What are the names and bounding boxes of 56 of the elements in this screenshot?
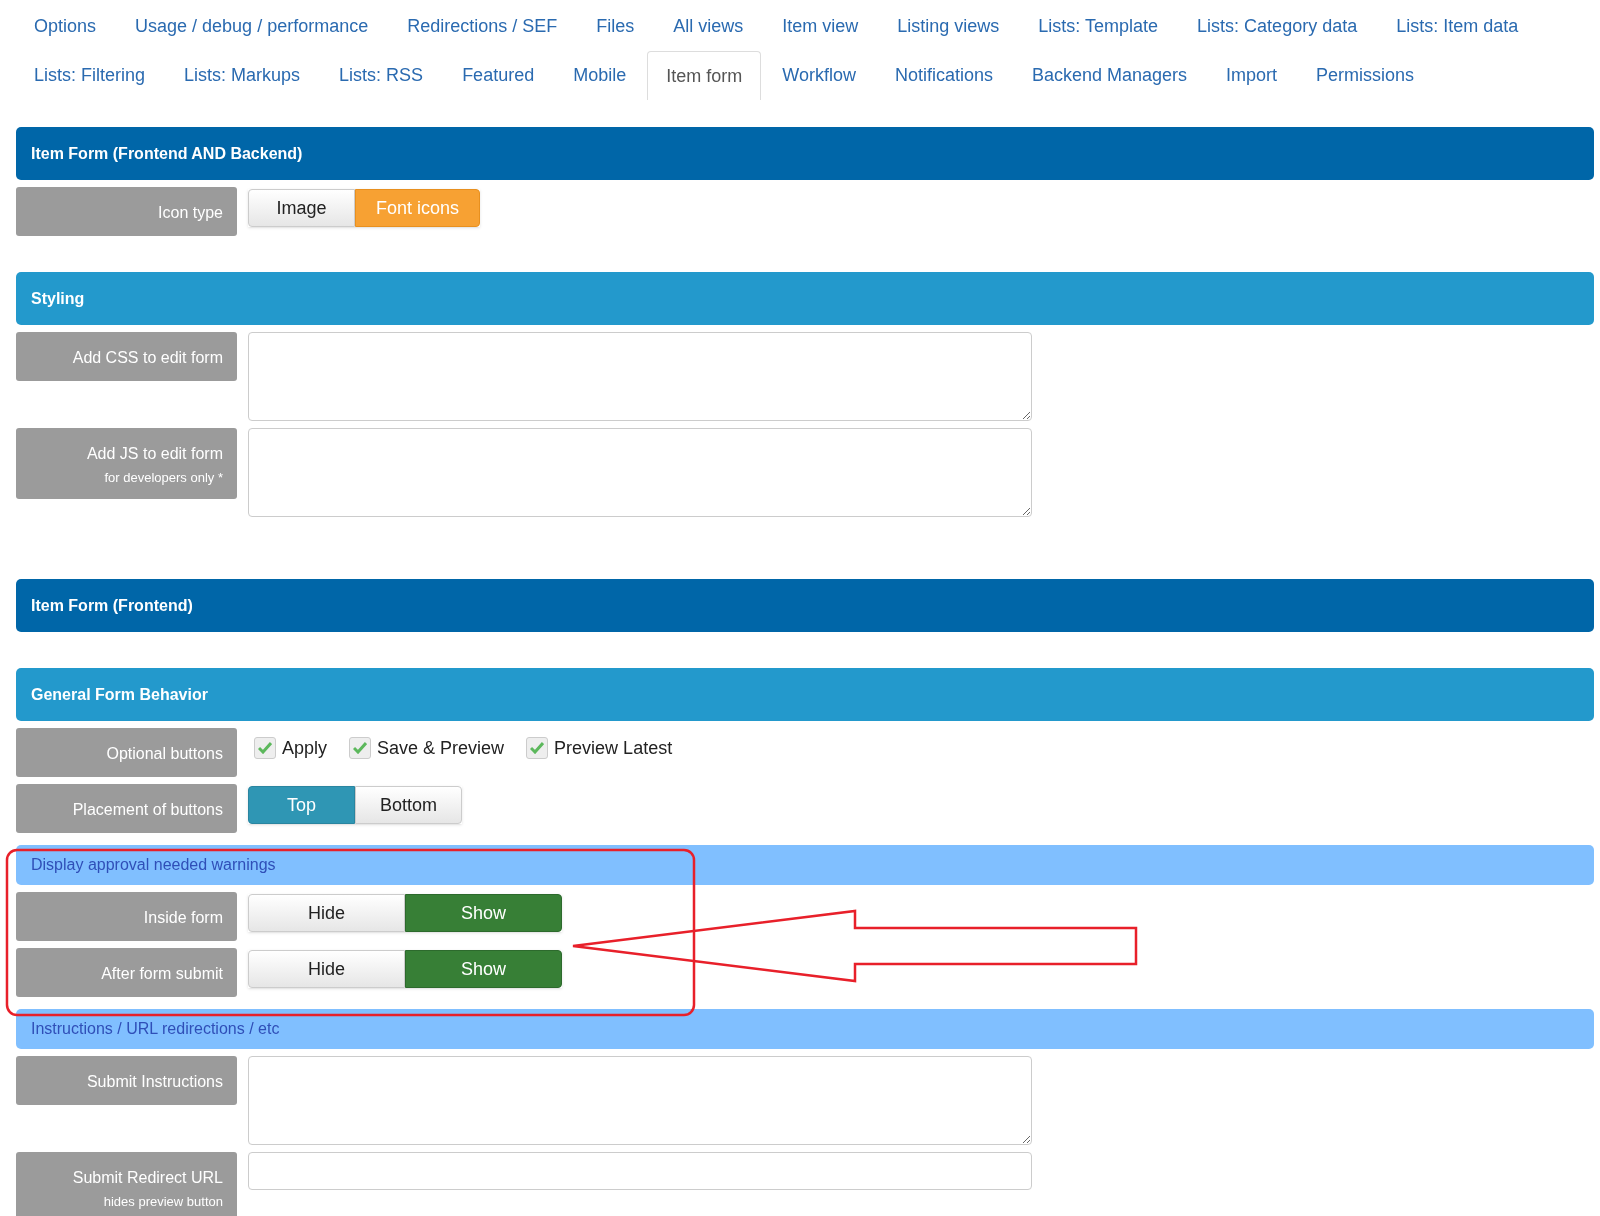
nav-tab[interactable]: Permissions: [1298, 51, 1433, 100]
field-label: Add CSS to edit form: [16, 332, 237, 381]
nav-tab[interactable]: Redirections / SEF: [389, 2, 576, 51]
toggle-option[interactable]: Show: [405, 950, 562, 988]
checkbox[interactable]: [526, 737, 549, 759]
field-label: Submit Instructions: [16, 1056, 237, 1105]
checkbox[interactable]: [254, 737, 276, 759]
toggle-option[interactable]: Hide: [248, 894, 405, 932]
field-label: Icon type: [16, 187, 237, 236]
nav-tab[interactable]: Backend Managers: [1013, 51, 1206, 100]
toggle-option[interactable]: Top: [248, 786, 355, 824]
nav-tab[interactable]: Notifications: [876, 51, 1011, 100]
nav-tab[interactable]: Listing views: [879, 2, 1018, 51]
nav-tab[interactable]: Item view: [764, 2, 877, 51]
nav-tab[interactable]: Featured: [444, 51, 553, 100]
nav-tab[interactable]: Lists: Template: [1020, 2, 1177, 51]
text-area[interactable]: [248, 428, 1032, 517]
toggle-option[interactable]: Image: [248, 189, 355, 227]
field-label: Add JS to edit form for developers only *: [16, 428, 237, 499]
toggle-option[interactable]: Bottom: [355, 786, 462, 824]
nav-tab[interactable]: Item form: [647, 51, 762, 100]
check-icon: [258, 742, 272, 754]
nav-tab[interactable]: Mobile: [555, 51, 645, 100]
field-label: After form submit: [16, 948, 237, 997]
field-label: Inside form: [16, 892, 237, 941]
section-header: General Form Behavior: [16, 668, 1594, 721]
checkbox-label: Save & Preview: [377, 736, 505, 760]
checkbox-label: Apply: [282, 736, 328, 760]
check-icon: [353, 742, 368, 754]
nav-tab[interactable]: Workflow: [764, 51, 874, 100]
nav-tab[interactable]: Lists: Filtering: [16, 51, 164, 100]
checkbox-label: Preview Latest: [554, 736, 673, 760]
section-header: Display approval needed warnings: [16, 845, 1594, 885]
toggle-option[interactable]: Show: [405, 894, 562, 932]
section-header: Item Form (Frontend): [16, 579, 1594, 632]
section-header: Instructions / URL redirections / etc: [16, 1009, 1594, 1049]
input-field[interactable]: [248, 1152, 1032, 1190]
nav-tab[interactable]: All views: [655, 2, 762, 51]
nav-tab[interactable]: Files: [578, 2, 653, 51]
field-label: Optional buttons: [16, 728, 237, 777]
text-area[interactable]: [248, 1056, 1032, 1145]
nav-tab[interactable]: Options: [16, 2, 115, 51]
field-label: Placement of buttons: [16, 784, 237, 833]
text-area[interactable]: [248, 332, 1032, 421]
nav-tab[interactable]: Lists: Markups: [166, 51, 319, 100]
check-icon: [530, 742, 545, 754]
section-header: Styling: [16, 272, 1594, 325]
nav-tab[interactable]: Lists: RSS: [321, 51, 442, 100]
nav-tab[interactable]: Import: [1208, 51, 1296, 100]
nav-tab[interactable]: Lists: Category data: [1179, 2, 1376, 51]
nav-tab[interactable]: Usage / debug / performance: [117, 2, 387, 51]
toggle-option[interactable]: Hide: [248, 950, 405, 988]
section-header: Item Form (Frontend AND Backend): [16, 127, 1594, 180]
field-label: Submit Redirect URL hides preview button: [16, 1152, 237, 1216]
nav-tab[interactable]: Lists: Item data: [1378, 2, 1537, 51]
checkbox[interactable]: [349, 737, 372, 759]
